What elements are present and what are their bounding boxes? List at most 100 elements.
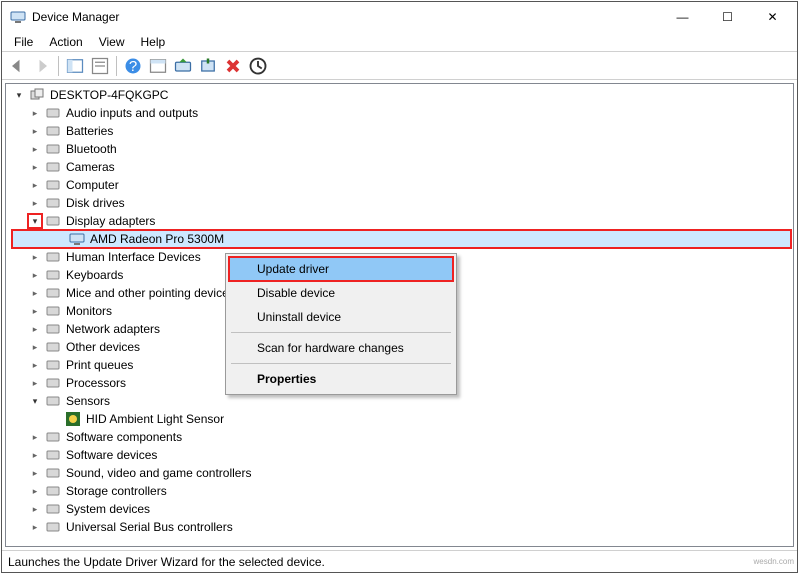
- close-button[interactable]: ✕: [750, 3, 795, 31]
- menu-item-disable-device[interactable]: Disable device: [229, 281, 453, 305]
- chevron-right-icon[interactable]: [28, 106, 42, 120]
- category-label: Monitors: [64, 304, 114, 318]
- chevron-right-icon[interactable]: [28, 196, 42, 210]
- category-label: Sensors: [64, 394, 112, 408]
- chevron-down-icon[interactable]: [28, 394, 42, 408]
- chevron-right-icon[interactable]: [28, 430, 42, 444]
- category-computer[interactable]: Computer: [8, 176, 791, 194]
- chevron-right-icon[interactable]: [28, 286, 42, 300]
- menu-file[interactable]: File: [6, 33, 41, 51]
- category-icon: [45, 213, 61, 229]
- chevron-down-icon[interactable]: [28, 214, 42, 228]
- chevron-right-icon[interactable]: [28, 376, 42, 390]
- device-label: HID Ambient Light Sensor: [84, 412, 226, 426]
- properties-button[interactable]: [89, 55, 111, 77]
- minimize-button[interactable]: —: [660, 3, 705, 31]
- category-display-adapters[interactable]: Display adapters: [8, 212, 791, 230]
- chevron-right-icon[interactable]: [28, 268, 42, 282]
- chevron-right-icon[interactable]: [28, 358, 42, 372]
- category-icon: [45, 375, 61, 391]
- chevron-right-icon[interactable]: [28, 304, 42, 318]
- category-icon: [45, 357, 61, 373]
- category-icon: [45, 123, 61, 139]
- category-label: Computer: [64, 178, 121, 192]
- category-label: Human Interface Devices: [64, 250, 203, 264]
- app-icon: [10, 9, 26, 25]
- category-icon: [45, 321, 61, 337]
- chevron-right-icon[interactable]: [28, 502, 42, 516]
- category-label: Keyboards: [64, 268, 125, 282]
- category-icon: [45, 339, 61, 355]
- category-label: Audio inputs and outputs: [64, 106, 200, 120]
- tree-spacer: [48, 412, 62, 426]
- category-icon: [45, 483, 61, 499]
- back-button[interactable]: [6, 55, 28, 77]
- chevron-right-icon[interactable]: [28, 466, 42, 480]
- menu-item-properties[interactable]: Properties: [229, 367, 453, 391]
- category-sound-video-and-game-controllers[interactable]: Sound, video and game controllers: [8, 464, 791, 482]
- category-system-devices[interactable]: System devices: [8, 500, 791, 518]
- category-icon: [45, 501, 61, 517]
- menu-item-scan-hardware[interactable]: Scan for hardware changes: [229, 336, 453, 360]
- show-hide-tree-button[interactable]: [64, 55, 86, 77]
- uninstall-device-button[interactable]: [222, 55, 244, 77]
- device-hid-ambient-light-sensor[interactable]: HID Ambient Light Sensor: [8, 410, 791, 428]
- category-storage-controllers[interactable]: Storage controllers: [8, 482, 791, 500]
- device-icon: [69, 231, 85, 247]
- category-label: Storage controllers: [64, 484, 169, 498]
- category-label: Display adapters: [64, 214, 157, 228]
- category-label: Bluetooth: [64, 142, 119, 156]
- tree-root[interactable]: DESKTOP-4FQKGPC: [8, 86, 791, 104]
- category-label: Processors: [64, 376, 128, 390]
- chevron-right-icon[interactable]: [28, 124, 42, 138]
- category-label: Universal Serial Bus controllers: [64, 520, 235, 534]
- category-software-devices[interactable]: Software devices: [8, 446, 791, 464]
- category-cameras[interactable]: Cameras: [8, 158, 791, 176]
- action-view-button[interactable]: [147, 55, 169, 77]
- context-menu: Update driver Disable device Uninstall d…: [225, 253, 457, 395]
- category-icon: [45, 303, 61, 319]
- category-label: Batteries: [64, 124, 115, 138]
- chevron-right-icon[interactable]: [28, 484, 42, 498]
- menu-help[interactable]: Help: [133, 33, 174, 51]
- category-batteries[interactable]: Batteries: [8, 122, 791, 140]
- forward-button[interactable]: [31, 55, 53, 77]
- category-label: Software components: [64, 430, 184, 444]
- device-amd-radeon-pro-5300m[interactable]: AMD Radeon Pro 5300M: [12, 230, 791, 248]
- category-bluetooth[interactable]: Bluetooth: [8, 140, 791, 158]
- computer-icon: [29, 87, 45, 103]
- disable-device-button[interactable]: [197, 55, 219, 77]
- chevron-right-icon[interactable]: [28, 142, 42, 156]
- category-label: Network adapters: [64, 322, 162, 336]
- menu-separator: [231, 332, 451, 333]
- help-button[interactable]: ?: [122, 55, 144, 77]
- chevron-right-icon[interactable]: [28, 160, 42, 174]
- menu-view[interactable]: View: [91, 33, 133, 51]
- watermark: wesdn.com: [754, 557, 794, 566]
- titlebar: Device Manager — ☐ ✕: [2, 2, 797, 32]
- chevron-down-icon[interactable]: [12, 88, 26, 102]
- scan-hardware-button[interactable]: [247, 55, 269, 77]
- menu-action[interactable]: Action: [41, 33, 90, 51]
- category-audio-inputs-and-outputs[interactable]: Audio inputs and outputs: [8, 104, 791, 122]
- chevron-right-icon[interactable]: [28, 178, 42, 192]
- category-icon: [45, 465, 61, 481]
- chevron-right-icon[interactable]: [28, 520, 42, 534]
- chevron-right-icon[interactable]: [28, 340, 42, 354]
- maximize-button[interactable]: ☐: [705, 3, 750, 31]
- chevron-right-icon[interactable]: [28, 250, 42, 264]
- device-icon: [65, 411, 81, 427]
- chevron-right-icon[interactable]: [28, 448, 42, 462]
- menu-item-uninstall-device[interactable]: Uninstall device: [229, 305, 453, 329]
- category-software-components[interactable]: Software components: [8, 428, 791, 446]
- category-icon: [45, 393, 61, 409]
- category-icon: [45, 285, 61, 301]
- update-driver-button[interactable]: [172, 55, 194, 77]
- category-universal-serial-bus-controllers[interactable]: Universal Serial Bus controllers: [8, 518, 791, 536]
- chevron-right-icon[interactable]: [28, 322, 42, 336]
- category-disk-drives[interactable]: Disk drives: [8, 194, 791, 212]
- window-title: Device Manager: [32, 10, 660, 24]
- device-label: AMD Radeon Pro 5300M: [88, 232, 226, 246]
- menu-item-update-driver[interactable]: Update driver: [229, 257, 453, 281]
- category-icon: [45, 267, 61, 283]
